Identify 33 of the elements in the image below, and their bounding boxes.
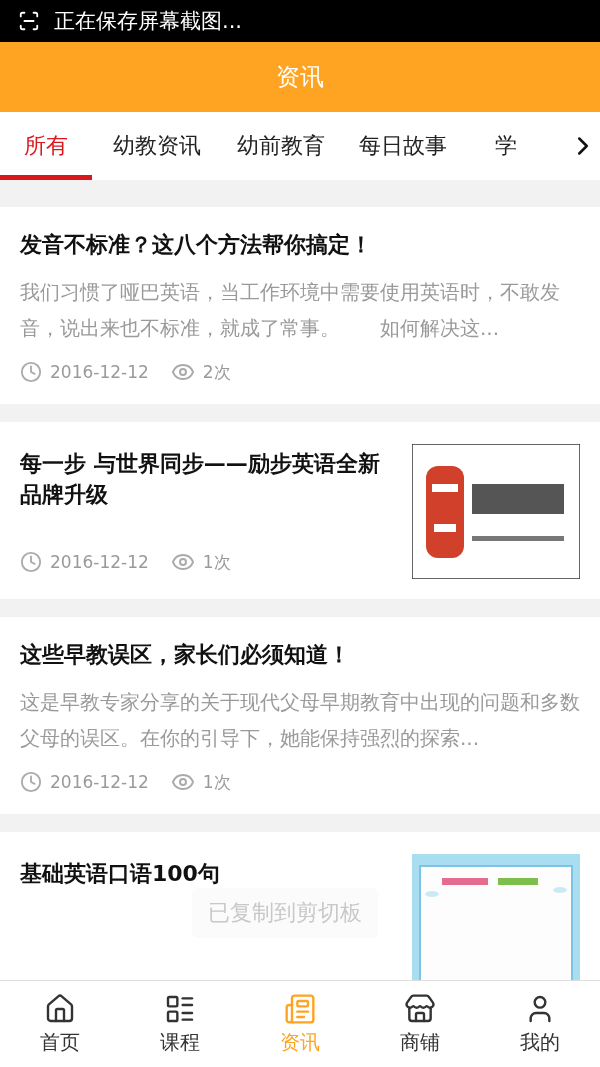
view-count: 1次 (202, 770, 231, 794)
article-title: 发音不标准？这八个方法帮你搞定！ (20, 231, 373, 259)
article-card[interactable]: 这些早教误区，家长们必须知道！ 这是早教专家分享的关于现代父母早期教育中出现的问题和多数父母的误区。在你的引导下，她能保持强烈的探索... 2016-12-12 1次 (0, 617, 600, 814)
article-title: 这些早教误区，家长们必须知道！ (20, 641, 351, 669)
home-icon (44, 992, 76, 1025)
status-text: 正在保存屏幕截图... (54, 8, 243, 35)
article-summary: 这是早教专家分享的关于现代父母早期教育中出现的问题和多数父母的误区。在你的引导下，她能保持强烈的探索... (20, 689, 580, 752)
article-card[interactable]: 每一步 与世界同步——励步英语全新品牌升级 2016-12-12 1次 (0, 422, 600, 599)
category-tab[interactable]: 幼教资讯 (94, 112, 220, 180)
view-count: 2次 (202, 360, 231, 384)
view-count: 1次 (202, 550, 231, 574)
newspaper-icon (284, 992, 316, 1025)
category-tab[interactable]: 幼前教育 (222, 112, 340, 180)
screenshot-icon (18, 10, 40, 32)
article-summary: 我们习惯了哑巴英语，当工作环境中需要使用英语时，不敢发音，说出来也不标准，就成了常事。 如何解决这... (20, 279, 561, 342)
article-card[interactable]: 发音不标准？这八个方法帮你搞定！ 我们习惯了哑巴英语，当工作环境中需要使用英语时，不敢发音，说出来也不标准，就成了常事。 如何解决这... 2016-12-12 2次 (0, 207, 600, 404)
article-title: 基础英语口语100句 (20, 860, 221, 888)
clock-icon (20, 771, 42, 793)
category-tab[interactable]: 所有 (0, 112, 92, 180)
store-icon (404, 992, 436, 1025)
category-tab[interactable]: 学 (466, 112, 546, 180)
nav-tab[interactable]: 首页 (0, 981, 120, 1067)
article-date: 2016-12-12 (50, 362, 149, 382)
clock-icon (20, 361, 42, 383)
nav-tab[interactable]: 课程 (120, 981, 240, 1067)
clock-icon (20, 551, 42, 573)
article-title: 每一步 与世界同步——励步英语全新品牌升级 (20, 450, 381, 509)
nav-tab[interactable]: 我的 (480, 981, 600, 1067)
article-date: 2016-12-12 (50, 552, 149, 572)
category-tab[interactable]: 每日故事 (342, 112, 464, 180)
article-date: 2016-12-12 (50, 772, 149, 792)
nav-tab[interactable]: 商铺 (360, 981, 480, 1067)
page-title: 资讯 (276, 62, 324, 93)
